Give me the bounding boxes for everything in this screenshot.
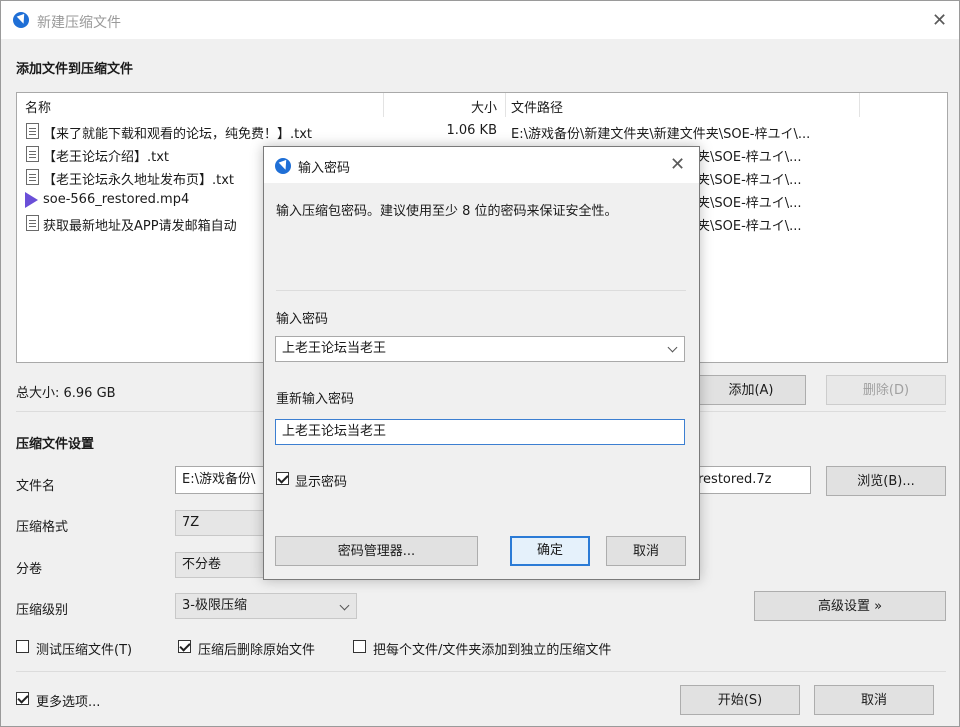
settings-section-title: 压缩文件设置 (16, 437, 95, 452)
total-size: 总大小: 6.96 GB (16, 386, 116, 401)
ok-button[interactable]: 确定 (510, 536, 590, 566)
delete-button[interactable]: 删除(D) (826, 375, 946, 405)
format-value: 7Z (182, 515, 200, 530)
split-label: 分卷 (16, 562, 43, 577)
dialog-title-bar: 输入密码 ✕ (264, 147, 699, 183)
file-path: 夹\SOE-梓ユイ\... (697, 173, 802, 188)
show-password-checkbox[interactable] (276, 472, 289, 485)
delete-after-label: 压缩后删除原始文件 (198, 643, 316, 658)
file-path: 夹\SOE-梓ユイ\... (697, 150, 802, 165)
check-icon (179, 640, 191, 652)
column-header-path[interactable]: 文件路径 (511, 97, 563, 116)
repeat-password-value: 上老王论坛当老王 (282, 424, 387, 439)
title-bar: 新建压缩文件 ✕ (1, 1, 959, 39)
password-dialog: 输入密码 ✕ 输入压缩包密码。建议使用至少 8 位的密码来保证安全性。 输入密码… (263, 146, 700, 580)
split-select[interactable]: 不分卷 (175, 552, 265, 578)
dialog-title: 输入密码 (298, 161, 351, 176)
filename-label: 文件名 (16, 479, 56, 494)
start-button[interactable]: 开始(S) (680, 685, 800, 715)
check-icon (277, 472, 289, 484)
files-section-title: 添加文件到压缩文件 (16, 62, 134, 77)
filename-value: E:\游戏备份\ (182, 472, 256, 487)
format-label: 压缩格式 (16, 520, 69, 535)
filename-value-end: restored.7z (698, 472, 772, 487)
video-file-icon (25, 192, 38, 208)
repeat-password-label: 重新输入密码 (276, 392, 355, 407)
window-close-icon[interactable]: ✕ (932, 12, 947, 30)
file-name: 获取最新地址及APP请发邮箱自动 (43, 219, 237, 234)
each-separate-label: 把每个文件/文件夹添加到独立的压缩文件 (373, 643, 612, 658)
show-password-label: 显示密码 (295, 475, 348, 490)
more-options-checkbox[interactable] (16, 692, 29, 705)
text-file-icon (26, 123, 39, 139)
dialog-cancel-button[interactable]: 取消 (606, 536, 686, 566)
dialog-close-icon[interactable]: ✕ (670, 156, 685, 174)
file-path: E:\游戏备份\新建文件夹\新建文件夹\SOE-梓ユイ\... (511, 127, 811, 142)
password-value: 上老王论坛当老王 (282, 341, 387, 356)
check-icon (17, 692, 29, 704)
table-row[interactable]: 【来了就能下载和观看的论坛，纯免费！】.txt 1.06 KB E:\游戏备份\… (17, 120, 947, 142)
column-separator (383, 93, 384, 117)
file-name: soe-566_restored.mp4 (43, 192, 190, 207)
advanced-settings-button[interactable]: 高级设置 » (754, 591, 946, 621)
split-value: 不分卷 (182, 557, 222, 572)
column-header-name[interactable]: 名称 (25, 97, 51, 116)
add-button[interactable]: 添加(A) (696, 375, 806, 405)
more-options-label: 更多选项... (36, 695, 101, 710)
cancel-button[interactable]: 取消 (814, 685, 934, 715)
level-select[interactable]: 3-极限压缩 (175, 593, 357, 619)
level-value: 3-极限压缩 (182, 598, 247, 613)
browse-button[interactable]: 浏览(B)... (826, 466, 946, 496)
file-name: 【来了就能下载和观看的论坛，纯免费！】.txt (43, 127, 313, 142)
file-name: 【老王论坛永久地址发布页】.txt (43, 173, 235, 188)
divider (16, 671, 946, 672)
test-archive-label: 测试压缩文件(T) (36, 643, 133, 658)
text-file-icon (26, 169, 39, 185)
test-archive-checkbox[interactable] (16, 640, 29, 653)
app-logo-icon (275, 158, 291, 174)
format-select[interactable]: 7Z (175, 510, 265, 536)
file-size: 1.06 KB (446, 123, 497, 138)
column-header-size[interactable]: 大小 (471, 97, 497, 116)
text-file-icon (26, 215, 39, 231)
chevron-down-icon (339, 600, 350, 611)
dialog-description: 输入压缩包密码。建议使用至少 8 位的密码来保证安全性。 (276, 204, 618, 219)
repeat-password-input[interactable]: 上老王论坛当老王 (275, 419, 685, 445)
password-manager-button[interactable]: 密码管理器... (275, 536, 478, 566)
divider (276, 290, 686, 291)
password-label: 输入密码 (276, 312, 329, 327)
file-path: 夹\SOE-梓ユイ\... (697, 196, 802, 211)
level-label: 压缩级别 (16, 603, 69, 618)
chevron-down-icon[interactable] (667, 342, 678, 353)
file-path: 夹\SOE-梓ユイ\... (697, 219, 802, 234)
text-file-icon (26, 146, 39, 162)
window-title: 新建压缩文件 (37, 15, 121, 31)
column-separator (859, 93, 860, 117)
column-separator (505, 93, 506, 117)
delete-after-checkbox[interactable] (178, 640, 191, 653)
each-separate-checkbox[interactable] (353, 640, 366, 653)
password-input[interactable]: 上老王论坛当老王 (275, 336, 685, 362)
file-name: 【老王论坛介绍】.txt (43, 150, 170, 165)
app-logo-icon (13, 12, 29, 28)
